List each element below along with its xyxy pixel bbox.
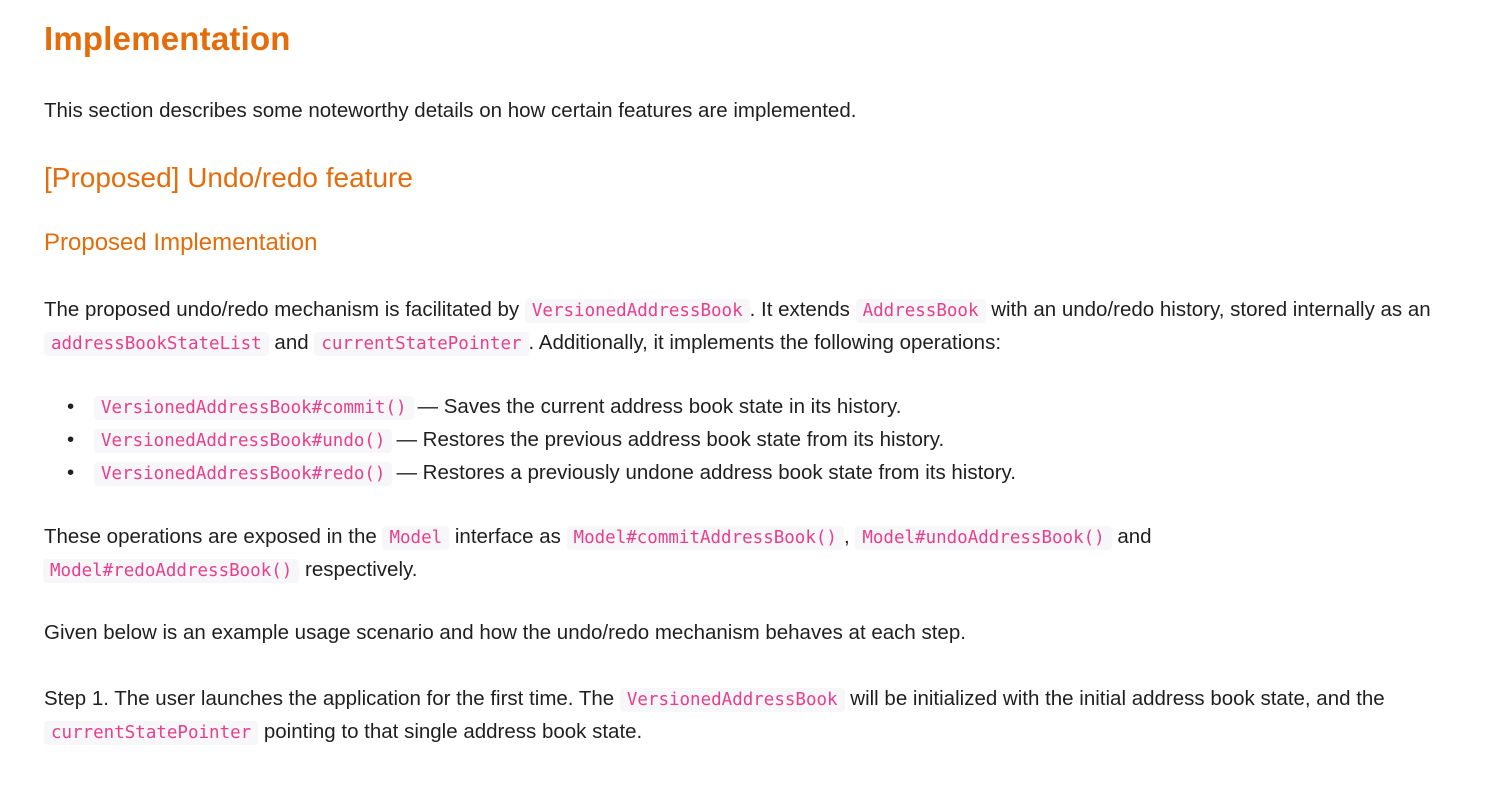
bullet-icon: • xyxy=(67,461,75,484)
subsection-heading-proposed-implementation: Proposed Implementation xyxy=(44,229,318,256)
bullet-icon: • xyxy=(67,428,75,451)
inline-code: Model#commitAddressBook() xyxy=(566,526,844,550)
bullet-icon: • xyxy=(67,395,75,418)
inline-code: VersionedAddressBook xyxy=(524,299,750,323)
inline-code: addressBookStateList xyxy=(44,332,269,356)
text-span: Step 1. The user launches the applicatio… xyxy=(44,687,620,710)
page-title: Implementation xyxy=(44,20,291,57)
operations-list: • VersionedAddressBook#commit() — Saves th… xyxy=(44,391,1484,490)
model-interface-paragraph: These operations are exposed in the Mode… xyxy=(43,521,1484,587)
intro-paragraph: This section describes some noteworthy d… xyxy=(44,99,857,122)
inline-code: AddressBook xyxy=(855,299,986,323)
text-span: with an undo/redo history, stored intern… xyxy=(985,298,1431,321)
inline-code: Model xyxy=(382,526,450,550)
list-item: • VersionedAddressBook#redo() — Restores a… xyxy=(67,457,1484,490)
list-item: • VersionedAddressBook#undo() — Restores t… xyxy=(67,424,1484,457)
inline-code: currentStatePointer xyxy=(44,721,259,745)
inline-code: Model#undoAddressBook() xyxy=(855,526,1112,550)
text-span: . It extends xyxy=(749,298,856,321)
list-item: • VersionedAddressBook#commit() — Saves th… xyxy=(67,391,1484,424)
list-item-text: — Restores a previously undone address b… xyxy=(396,461,1016,484)
text-span: , xyxy=(843,525,856,548)
list-item-text: — Restores the previous address book sta… xyxy=(396,428,945,451)
text-span: and xyxy=(1111,525,1152,548)
list-item-text: — Saves the current address book state i… xyxy=(417,395,902,418)
text-span: and xyxy=(268,331,315,354)
step-one-paragraph: Step 1. The user launches the applicatio… xyxy=(44,683,1484,749)
inline-code: VersionedAddressBook xyxy=(619,688,845,712)
text-span: respectively. xyxy=(299,558,418,581)
text-span: . Additionally, it implements the follow… xyxy=(528,331,1002,354)
text-span: interface as xyxy=(449,525,567,548)
text-span: The proposed undo/redo mechanism is faci… xyxy=(44,298,525,321)
inline-code: Model#redoAddressBook() xyxy=(43,559,300,583)
text-span: pointing to that single address book sta… xyxy=(258,720,643,743)
inline-code: currentStatePointer xyxy=(314,332,529,356)
text-span: These operations are exposed in the xyxy=(44,525,383,548)
mechanism-paragraph: The proposed undo/redo mechanism is faci… xyxy=(44,294,1484,360)
inline-code: VersionedAddressBook#undo() xyxy=(94,429,393,453)
usage-scenario-paragraph: Given below is an example usage scenario… xyxy=(44,621,966,644)
section-heading-undo-redo: [Proposed] Undo/redo feature xyxy=(44,162,413,193)
inline-code: VersionedAddressBook#redo() xyxy=(94,462,393,486)
text-span: will be initialized with the initial add… xyxy=(844,687,1385,710)
inline-code: VersionedAddressBook#commit() xyxy=(94,396,414,420)
